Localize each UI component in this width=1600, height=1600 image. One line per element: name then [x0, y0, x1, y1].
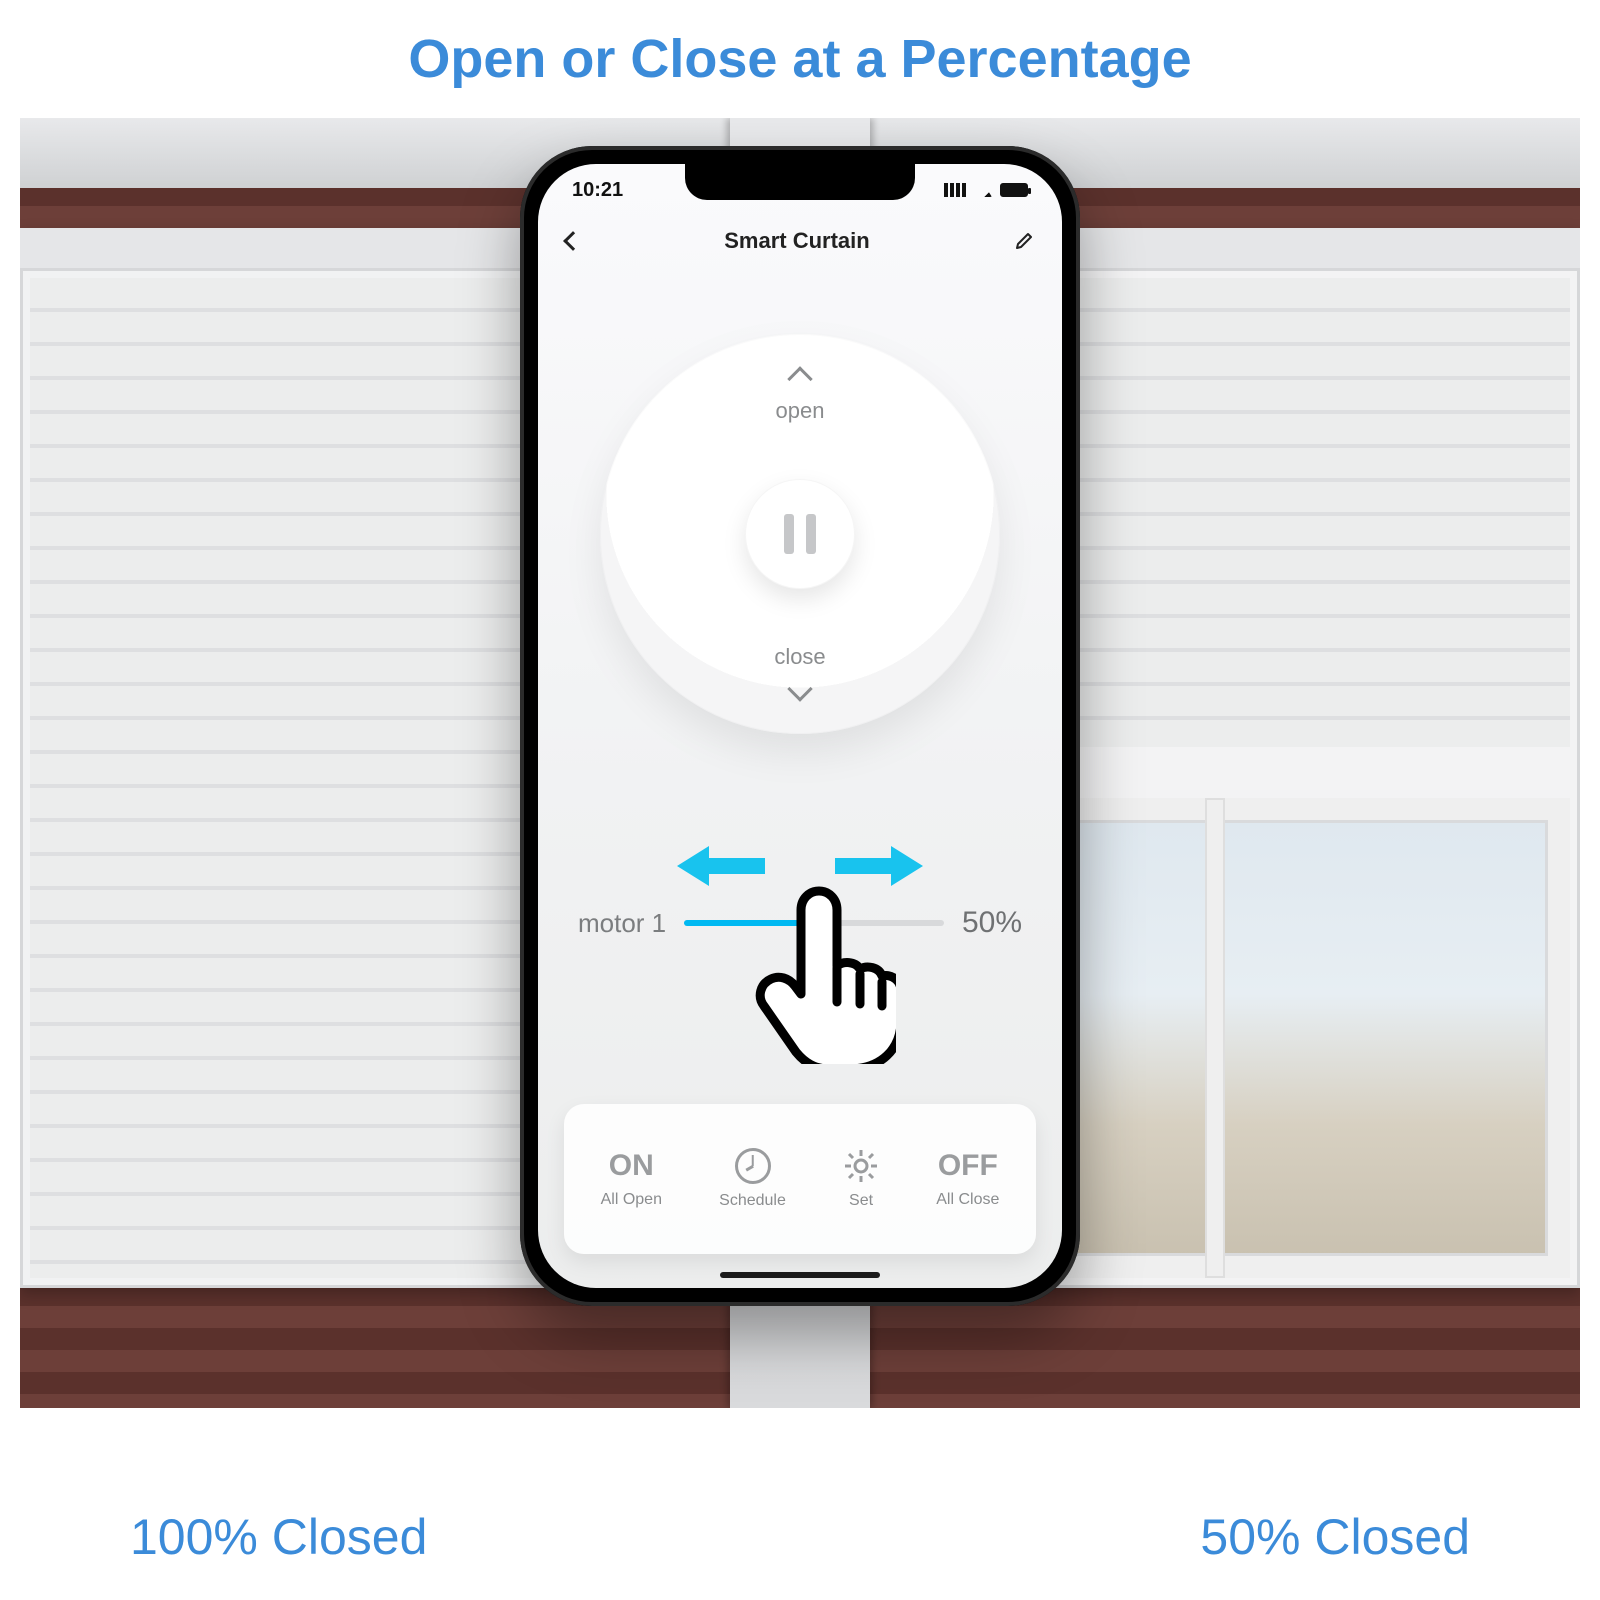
- caption-right: 50% Closed: [1200, 1508, 1470, 1566]
- home-indicator[interactable]: [720, 1272, 880, 1278]
- app-nav-bar: Smart Curtain: [538, 216, 1062, 266]
- close-label: close: [774, 644, 825, 670]
- pause-bar-icon: [784, 514, 794, 554]
- status-icons: [944, 183, 1028, 197]
- wifi-icon: [974, 183, 992, 197]
- status-time: 10:21: [572, 179, 623, 202]
- motor-label: motor 1: [578, 908, 666, 939]
- page-heading: Open or Close at a Percentage: [0, 0, 1600, 118]
- phone-mockup: 10:21 Smart Curtain open: [520, 146, 1080, 1306]
- drag-hint-arrows: [578, 844, 1022, 888]
- off-label: OFF: [938, 1149, 998, 1183]
- bottom-captions: 100% Closed 50% Closed: [0, 1508, 1600, 1566]
- back-icon[interactable]: [563, 231, 583, 251]
- close-button[interactable]: close: [774, 644, 825, 698]
- set-button[interactable]: Set: [843, 1148, 879, 1210]
- pause-button[interactable]: [745, 479, 855, 589]
- phone-screen: 10:21 Smart Curtain open: [538, 164, 1062, 1288]
- arrow-right-icon: [835, 844, 925, 888]
- chevron-up-icon: [787, 366, 812, 391]
- marketing-photo: 10:21 Smart Curtain open: [20, 118, 1580, 1408]
- on-label: ON: [609, 1149, 654, 1183]
- percentage-value: 50%: [962, 906, 1022, 940]
- clock-icon: [735, 1148, 771, 1184]
- set-label: Set: [849, 1192, 873, 1210]
- open-button[interactable]: open: [776, 370, 825, 424]
- touch-hand-icon: [746, 884, 896, 1064]
- arrow-left-icon: [675, 844, 765, 888]
- open-label: open: [776, 398, 825, 424]
- status-bar: 10:21: [538, 176, 1062, 204]
- schedule-button[interactable]: Schedule: [719, 1148, 786, 1210]
- edit-icon[interactable]: [1014, 231, 1034, 251]
- off-sublabel: All Close: [936, 1191, 999, 1209]
- all-close-button[interactable]: OFF All Close: [936, 1149, 999, 1209]
- gear-icon: [843, 1148, 879, 1184]
- open-close-dial: open close: [600, 334, 1000, 734]
- battery-icon: [1000, 183, 1028, 197]
- chevron-down-icon: [787, 676, 812, 701]
- cellular-icon: [944, 183, 966, 197]
- all-open-button[interactable]: ON All Open: [601, 1149, 662, 1209]
- caption-left: 100% Closed: [130, 1508, 427, 1566]
- schedule-label: Schedule: [719, 1192, 786, 1210]
- nav-title: Smart Curtain: [724, 228, 869, 254]
- on-sublabel: All Open: [601, 1191, 662, 1209]
- bottom-action-bar: ON All Open Schedule Set OFF All Close: [564, 1104, 1036, 1254]
- pause-bar-icon: [806, 514, 816, 554]
